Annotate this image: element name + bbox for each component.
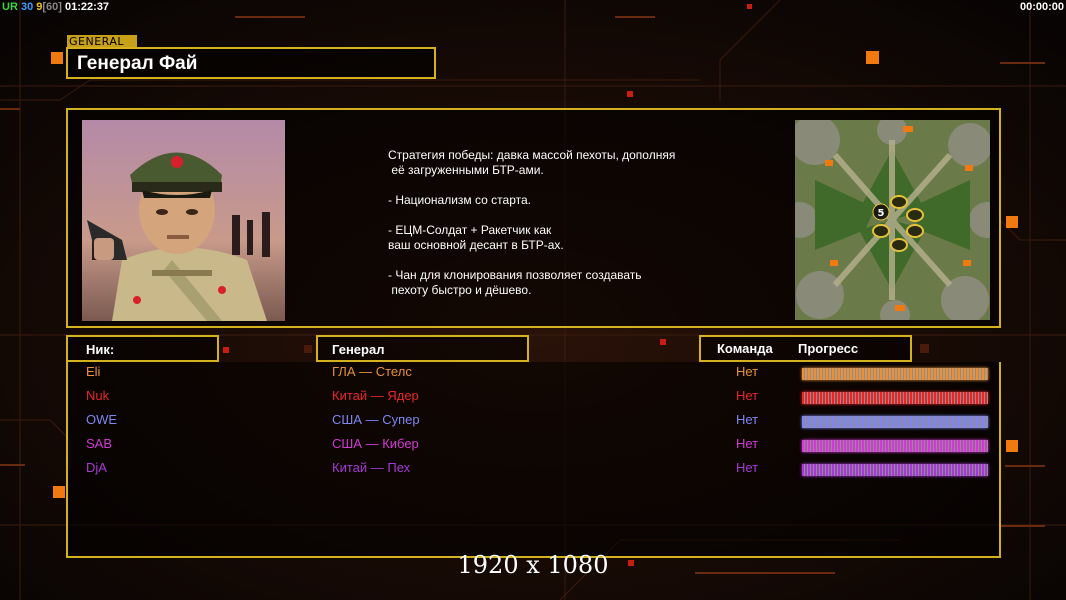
minimap: 5 <box>795 120 990 320</box>
general-portrait <box>82 120 285 321</box>
column-header-nick-label: Ник: <box>86 342 115 357</box>
player-nick: Eli <box>86 364 101 379</box>
player-general: США — Супер <box>332 412 420 427</box>
player-nick: OWE <box>86 412 118 427</box>
player-progress-bar <box>802 464 988 476</box>
player-row: Nuk Китай — Ядер Нет <box>68 388 999 408</box>
resolution-label: 1920 x 1080 <box>457 551 609 579</box>
hud-clock: 01:22:37 <box>65 1 110 13</box>
player-nick: Nuk <box>86 388 110 403</box>
minimap-center-label: 5 <box>878 208 885 219</box>
player-progress-fill <box>802 440 988 452</box>
player-team: Нет <box>736 388 759 403</box>
player-team: Нет <box>736 412 759 427</box>
player-general: США — Кибер <box>332 436 419 451</box>
player-row: DjA Китай — Пех Нет <box>68 460 999 480</box>
player-nick: DjA <box>86 460 107 475</box>
player-team: Нет <box>736 436 759 451</box>
player-team: Нет <box>736 364 759 379</box>
player-progress-bar <box>802 416 988 428</box>
player-progress-bar <box>802 392 988 404</box>
player-row: SAB США — Кибер Нет <box>68 436 999 456</box>
player-progress-fill <box>802 368 988 380</box>
player-row: Eli ГЛА — Стелс Нет <box>68 364 999 384</box>
player-progress-bar <box>802 368 988 380</box>
player-progress-fill <box>802 392 988 404</box>
hud-prefix: UR <box>2 1 18 13</box>
title-box: Генерал Фай <box>66 47 436 79</box>
column-header-progress-label: Прогресс <box>798 341 859 356</box>
column-header-general: Генерал <box>316 335 529 362</box>
player-nick: SAB <box>86 436 113 451</box>
player-progress-fill <box>802 416 988 428</box>
player-general: Китай — Ядер <box>332 388 419 403</box>
player-progress-fill <box>802 464 988 476</box>
column-header-team-label: Команда <box>717 341 773 356</box>
player-general: ГЛА — Стелс <box>332 364 412 379</box>
player-team: Нет <box>736 460 759 475</box>
page-title: Генерал Фай <box>77 53 198 74</box>
column-header-team-progress: Команда Прогресс <box>699 335 912 362</box>
player-general: Китай — Пех <box>332 460 411 475</box>
player-progress-bar <box>802 440 988 452</box>
column-header-general-label: Генерал <box>332 342 385 357</box>
hud-stats: UR 30 9[60] 01:22:37 <box>2 1 109 13</box>
general-info-panel: Стратегия победы: давка массой пехоты, д… <box>66 108 1001 328</box>
strategy-text: Стратегия победы: давка массой пехоты, д… <box>388 148 676 297</box>
hud-right-clock: 00:00:00 <box>1019 1 1064 13</box>
player-row: OWE США — Супер Нет <box>68 412 999 432</box>
hud-value-c: [60] <box>42 1 62 13</box>
hud-value-a: 30 <box>20 1 34 13</box>
player-list-panel: Eli ГЛА — Стелс Нет Nuk Китай — Ядер Нет OWE СШ… <box>66 362 1001 558</box>
column-header-nick: Ник: <box>66 335 219 362</box>
